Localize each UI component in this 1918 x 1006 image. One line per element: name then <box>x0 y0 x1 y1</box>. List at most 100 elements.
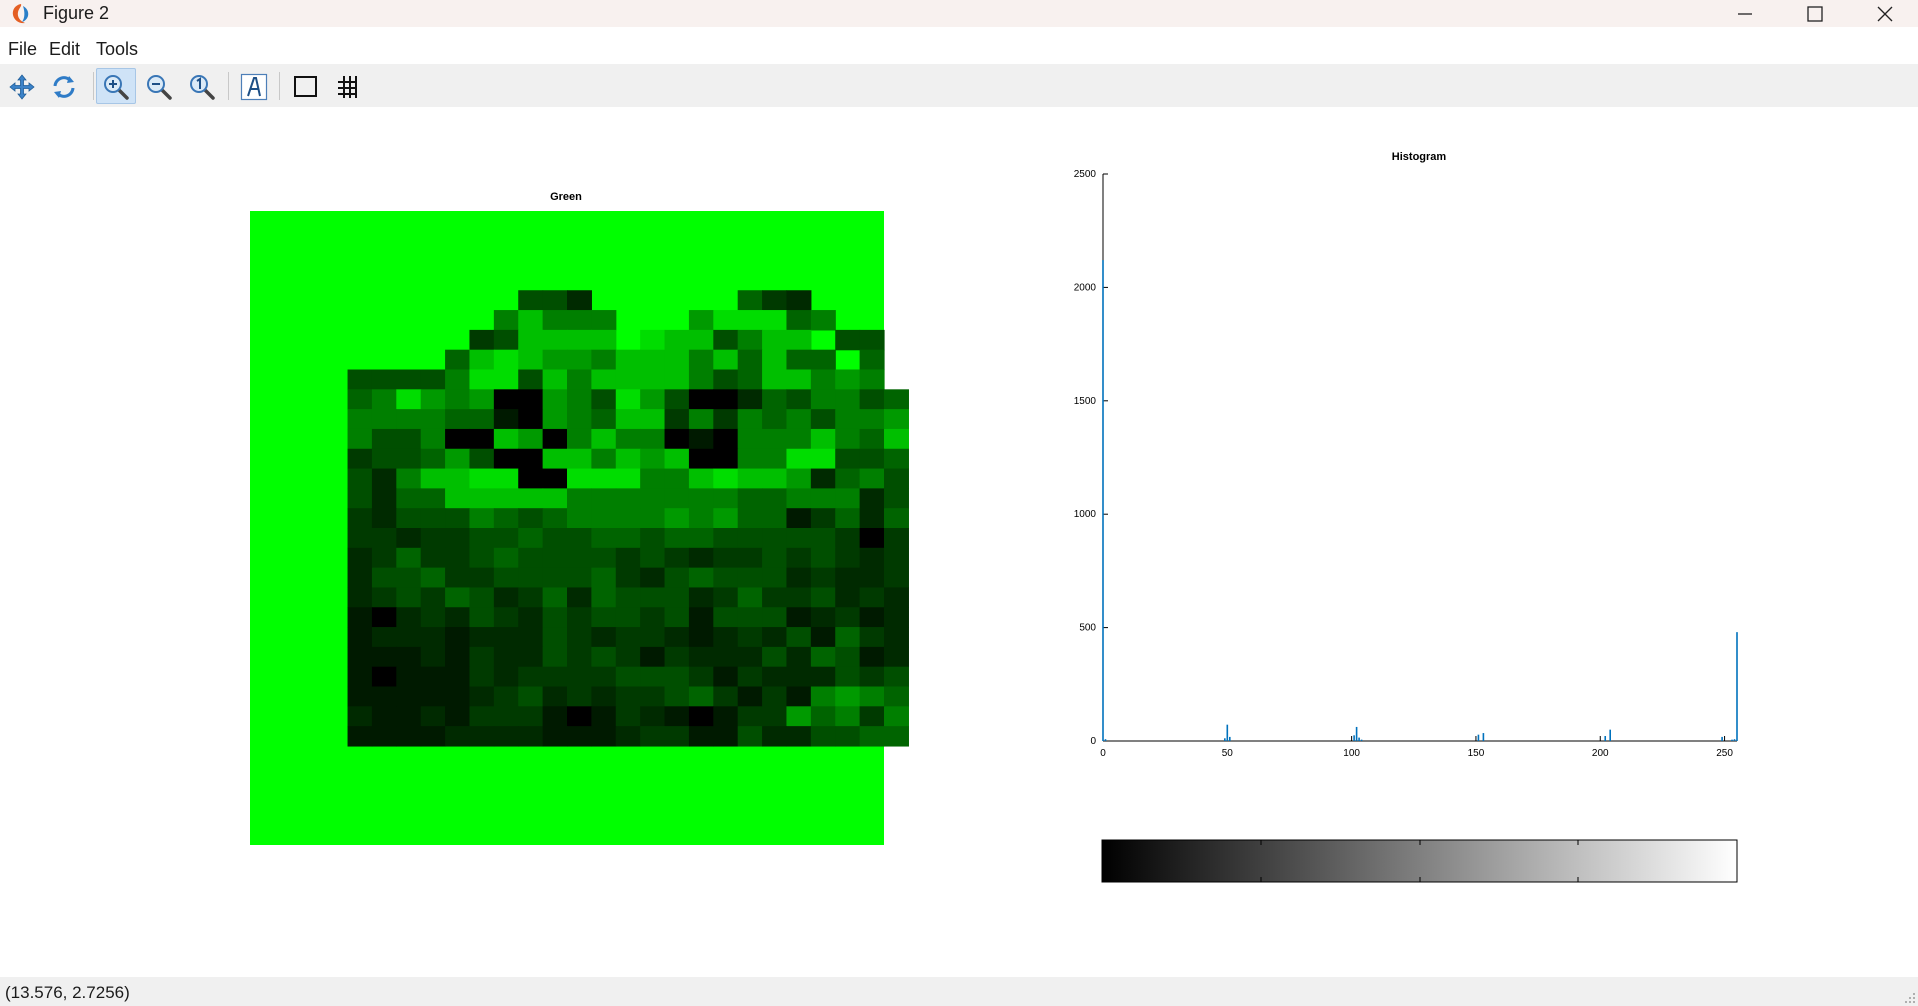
image-pixel <box>688 310 714 331</box>
rotate-button[interactable] <box>44 68 84 104</box>
menu-tools[interactable]: Tools <box>96 39 138 60</box>
image-pixel <box>615 627 641 648</box>
y-tick-label: 2500 <box>1074 169 1097 180</box>
image-pixel <box>542 349 568 371</box>
image-pixel <box>615 686 641 707</box>
image-pixel <box>493 349 519 371</box>
menu-file[interactable]: File <box>8 39 37 60</box>
image-pixel <box>347 666 373 688</box>
image-pixel <box>420 646 446 668</box>
image-pixel <box>835 428 861 450</box>
image-pixel <box>542 587 568 608</box>
image-pixel <box>859 468 885 489</box>
image-pixel <box>737 627 763 648</box>
y-tick-label: 1000 <box>1074 509 1097 520</box>
image-pixel <box>420 448 446 470</box>
image-pixel <box>664 567 690 589</box>
image-pixel <box>420 389 446 410</box>
pan-button[interactable] <box>2 68 42 104</box>
image-pixel <box>688 369 714 390</box>
image-pixel <box>884 646 909 668</box>
image-pixel <box>542 409 568 430</box>
figure-canvas[interactable]: Green Histogram 0 500 1000 1500 2000 2500 0 50 1… <box>0 107 1918 977</box>
text-insert-button[interactable] <box>234 68 274 104</box>
image-pixel <box>859 567 885 589</box>
image-pixel <box>542 528 568 549</box>
image-pixel <box>786 448 812 470</box>
maximize-button[interactable] <box>1790 0 1840 27</box>
menu-edit[interactable]: Edit <box>49 39 80 60</box>
image-pixel <box>347 428 373 450</box>
image-pixel <box>396 369 422 390</box>
image-pixel <box>835 488 861 509</box>
image-pixel <box>542 627 568 648</box>
minimize-button[interactable] <box>1720 0 1770 27</box>
image-pixel <box>762 508 788 529</box>
image-pixel <box>884 666 909 688</box>
zoom-out-button[interactable] <box>139 68 179 104</box>
image-pixel <box>591 310 617 331</box>
image-pixel <box>688 547 714 569</box>
image-pixel <box>567 726 592 747</box>
image-pixel <box>688 646 714 668</box>
image-pixel <box>396 448 422 470</box>
image-pixel <box>542 310 568 331</box>
image-pixel <box>664 528 690 549</box>
box-toggle-button[interactable] <box>286 68 326 104</box>
image-pixel <box>567 349 592 371</box>
image-pixel <box>445 468 471 489</box>
image-pixel <box>859 706 885 727</box>
image-pixel <box>615 508 641 529</box>
image-pixel <box>713 567 739 589</box>
image-pixel <box>762 290 788 311</box>
image-pixel <box>664 547 690 569</box>
image-pixel <box>762 409 788 430</box>
image-pixel <box>493 627 519 648</box>
box-toggle-icon <box>294 76 317 97</box>
image-pixel <box>786 587 812 608</box>
image-pixel <box>688 329 714 351</box>
image-pixel <box>810 508 836 529</box>
image-pixel <box>371 528 397 549</box>
image-pixel <box>518 448 544 470</box>
x-tick-label: 0 <box>1100 748 1106 759</box>
image-pixel <box>371 706 397 727</box>
image-pixel <box>469 508 495 529</box>
image-pixel <box>615 607 641 628</box>
image-pixel <box>445 528 471 549</box>
image-pixel <box>567 587 592 608</box>
image-pixel <box>615 448 641 470</box>
image-pixel <box>713 706 739 727</box>
image-pixel <box>810 428 836 450</box>
image-pixel <box>859 607 885 628</box>
image-pixel <box>567 329 592 351</box>
zoom-reset-icon <box>190 75 215 100</box>
image-pixel <box>542 488 568 509</box>
image-pixel <box>713 488 739 509</box>
image-pixel <box>810 706 836 727</box>
grid-toggle-button[interactable] <box>329 68 369 104</box>
image-pixel <box>493 369 519 390</box>
image-pixel <box>396 547 422 569</box>
zoom-in-button[interactable] <box>96 68 136 104</box>
image-pixel <box>371 666 397 688</box>
image-pixel <box>615 409 641 430</box>
image-pixel <box>445 666 471 688</box>
image-pixel <box>713 587 739 608</box>
image-pixel <box>518 627 544 648</box>
zoom-reset-button[interactable] <box>182 68 222 104</box>
image-pixel <box>835 468 861 489</box>
image-pixel <box>469 607 495 628</box>
image-pixel <box>859 409 885 430</box>
image-pixel <box>347 646 373 668</box>
image-pixel <box>713 666 739 688</box>
image-pixel <box>786 706 812 727</box>
image-pixel <box>713 329 739 351</box>
image-pixel <box>567 706 592 727</box>
image-pixel <box>737 488 763 509</box>
close-button[interactable] <box>1860 0 1910 27</box>
resize-grip-icon[interactable] <box>1904 992 1916 1004</box>
image-pixel <box>567 468 592 489</box>
image-pixel <box>835 369 861 390</box>
image-pixel <box>640 409 666 430</box>
